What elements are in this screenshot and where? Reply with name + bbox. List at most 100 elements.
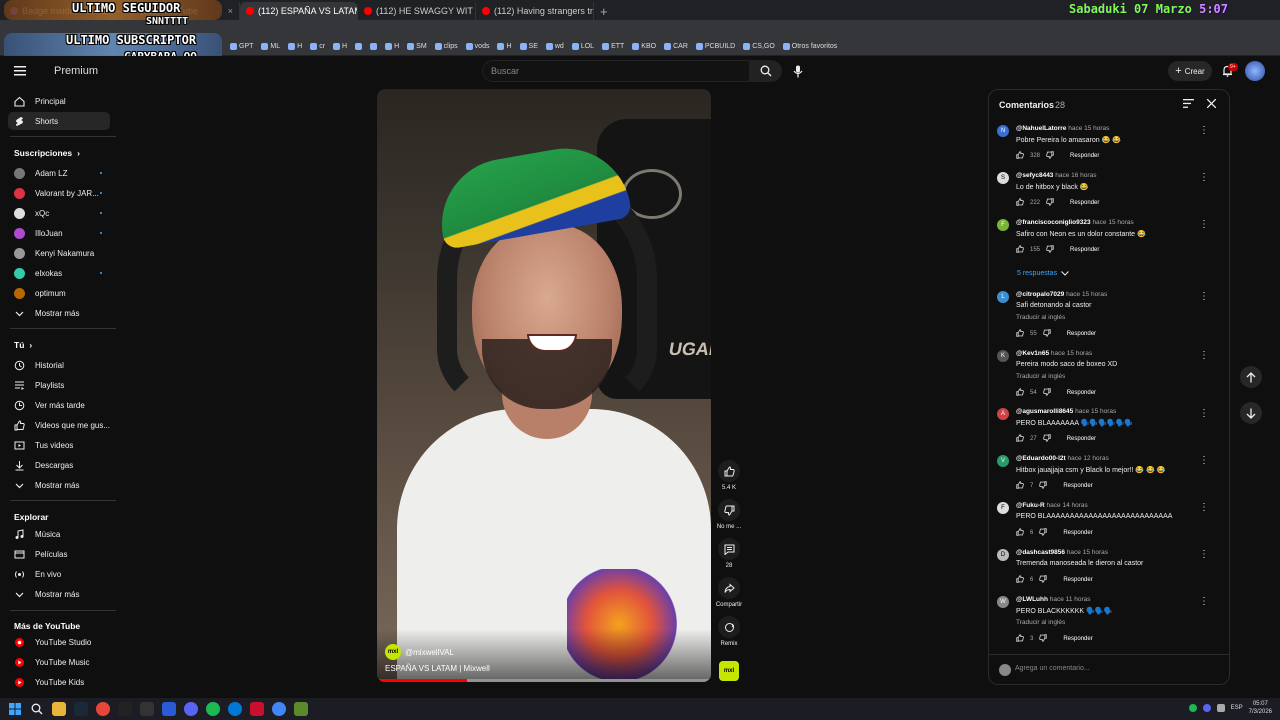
comment-dislike-button[interactable]	[1042, 329, 1051, 339]
more-options-icon[interactable]: ⋮	[1199, 455, 1209, 466]
translate-link[interactable]: Traducir al inglés	[1016, 314, 1065, 321]
sidebar-item-more[interactable]: YouTube Music	[8, 653, 110, 671]
bookmark-item[interactable]: PCBUILD	[695, 43, 735, 50]
reply-button[interactable]: Responder	[1067, 390, 1096, 396]
comment-dislike-button[interactable]	[1039, 634, 1048, 644]
browser-tab[interactable]: (112) Having strangers try lettuce×	[476, 2, 594, 20]
commenter-name[interactable]: @franciscoconiglio9323	[1016, 219, 1091, 226]
hamburger-menu-icon[interactable]	[14, 66, 26, 79]
comment-dislike-button[interactable]	[1039, 528, 1048, 538]
translate-link[interactable]: Traducir al inglés	[1016, 373, 1065, 380]
short-video-player[interactable]: UGAR mxl @mixwellVAL ESPAÑA VS LATAM | M…	[377, 89, 711, 682]
commenter-avatar[interactable]: N	[997, 125, 1009, 137]
bookmark-item[interactable]: H	[333, 43, 347, 50]
channel-thumbnail[interactable]: mxl	[719, 661, 739, 681]
commenter-avatar[interactable]: F	[997, 502, 1009, 514]
share-button[interactable]: Compartir	[714, 577, 744, 608]
sidebar-item-you[interactable]: Playlists	[8, 376, 110, 394]
comment-dislike-button[interactable]	[1046, 245, 1054, 255]
browser-tab[interactable]: (112) ESPAÑA VS LATAM | Mi×	[240, 2, 358, 20]
dislike-button[interactable]: No me ...	[714, 499, 744, 530]
reply-button[interactable]: Responder	[1067, 436, 1096, 442]
app-icon[interactable]	[250, 702, 264, 716]
file-explorer-icon[interactable]	[52, 702, 66, 716]
close-tab-icon[interactable]: ×	[228, 6, 233, 16]
commenter-name[interactable]: @dashcast9856	[1016, 549, 1065, 556]
sidebar-item-you[interactable]: Historial	[8, 356, 110, 374]
reply-button[interactable]: Responder	[1070, 200, 1099, 206]
channel-name[interactable]: @mixwellVAL	[405, 648, 454, 657]
more-options-icon[interactable]: ⋮	[1199, 125, 1209, 136]
comment-dislike-button[interactable]	[1042, 388, 1051, 398]
commenter-avatar[interactable]: K	[997, 350, 1009, 362]
battle-net-icon[interactable]	[162, 702, 176, 716]
more-options-icon[interactable]: ⋮	[1199, 408, 1209, 419]
commenter-avatar[interactable]: S	[997, 172, 1009, 184]
comment-like-button[interactable]	[1016, 198, 1024, 208]
more-options-icon[interactable]: ⋮	[1199, 596, 1209, 607]
subscription-item[interactable]: IlloJuan	[8, 224, 110, 242]
translate-link[interactable]: Traducir al inglés	[1016, 619, 1065, 626]
comment-like-button[interactable]	[1016, 329, 1024, 339]
sidebar-item-explore[interactable]: En vivo	[8, 565, 110, 583]
comment-dislike-button[interactable]	[1039, 575, 1048, 585]
next-short-button[interactable]	[1240, 402, 1262, 424]
commenter-name[interactable]: @Eduardo00-l2t	[1016, 455, 1066, 462]
bookmark-item[interactable]: H	[385, 43, 399, 50]
more-options-icon[interactable]: ⋮	[1199, 502, 1209, 513]
bookmark-item[interactable]	[370, 43, 378, 50]
you-header[interactable]: Tú ›	[14, 340, 32, 350]
commenter-name[interactable]: @agusmarolli8645	[1016, 408, 1073, 415]
more-options-icon[interactable]: ⋮	[1199, 350, 1209, 361]
windows-start-icon[interactable]	[8, 702, 22, 716]
new-tab-button[interactable]: +	[594, 2, 614, 20]
comments-button[interactable]: 28	[714, 538, 744, 569]
sidebar-item-you[interactable]: Descargas	[8, 456, 110, 474]
bookmark-item[interactable]: CAR	[664, 43, 688, 50]
commenter-avatar[interactable]: F	[997, 219, 1009, 231]
commenter-name[interactable]: @sefyc8443	[1016, 172, 1053, 179]
sidebar-item-you[interactable]: Mostrar más	[8, 476, 110, 494]
bookmark-item[interactable]: H	[288, 43, 302, 50]
search-icon[interactable]	[30, 702, 44, 716]
previous-short-button[interactable]	[1240, 366, 1262, 388]
show-more-subscriptions[interactable]: Mostrar más	[8, 304, 110, 322]
tray-discord-icon[interactable]	[1202, 704, 1211, 712]
bookmark-item[interactable]: cr	[310, 43, 325, 50]
bookmark-item[interactable]: wd	[545, 43, 564, 50]
commenter-avatar[interactable]: L	[997, 291, 1009, 303]
comment-like-button[interactable]	[1016, 528, 1024, 538]
sidebar-item-you[interactable]: Ver más tarde	[8, 396, 110, 414]
discord-icon[interactable]	[184, 702, 198, 716]
comment-like-button[interactable]	[1016, 151, 1024, 161]
subscription-item[interactable]: elxokas	[8, 264, 110, 282]
sidebar-item-explore[interactable]: Música	[8, 525, 110, 543]
more-options-icon[interactable]: ⋮	[1199, 291, 1209, 302]
sidebar-item-explore[interactable]: Mostrar más	[8, 585, 110, 603]
commenter-avatar[interactable]: D	[997, 549, 1009, 561]
comment-like-button[interactable]	[1016, 245, 1024, 255]
commenter-avatar[interactable]: V	[997, 455, 1009, 467]
comment-like-button[interactable]	[1016, 388, 1024, 398]
comment-like-button[interactable]	[1016, 634, 1024, 644]
bookmark-item[interactable]: clips	[434, 43, 458, 50]
reply-button[interactable]: Responder	[1063, 636, 1092, 642]
comment-like-button[interactable]	[1016, 575, 1024, 585]
sidebar-item-you[interactable]: Tus videos	[8, 436, 110, 454]
search-input[interactable]: Buscar	[482, 60, 750, 82]
bookmark-item[interactable]	[355, 43, 363, 50]
edge-icon[interactable]	[228, 702, 242, 716]
reply-button[interactable]: Responder	[1070, 247, 1099, 253]
create-button[interactable]: + Crear	[1168, 61, 1212, 81]
subscription-item[interactable]: optimum	[8, 284, 110, 302]
tray-spotify-icon[interactable]	[1188, 704, 1197, 712]
subscription-item[interactable]: Valorant by JAR...	[8, 184, 110, 202]
steam-icon[interactable]	[74, 702, 88, 716]
sidebar-item-you[interactable]: Videos que me gus...	[8, 416, 110, 434]
reply-button[interactable]: Responder	[1063, 577, 1092, 583]
faceit-icon[interactable]	[140, 702, 154, 716]
sort-icon[interactable]	[1183, 99, 1194, 111]
subscription-item[interactable]: xQc	[8, 204, 110, 222]
commenter-name[interactable]: @LWLuhh	[1016, 596, 1048, 603]
bookmark-item[interactable]: ETT	[602, 43, 624, 50]
